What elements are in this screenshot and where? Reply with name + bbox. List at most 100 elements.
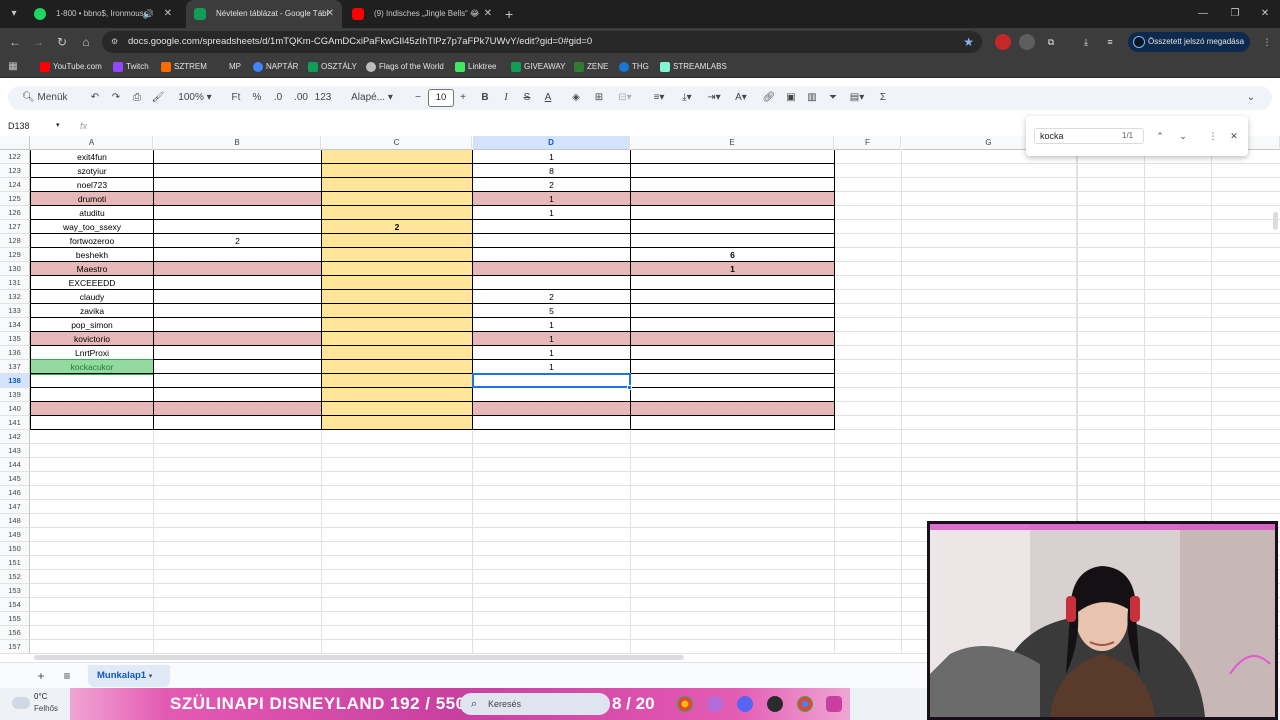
window-close-button[interactable]: ✕ [1248,0,1280,28]
cell-a-127[interactable]: way_too_ssexy [31,220,153,234]
cell-c-137[interactable] [322,360,472,374]
row-header[interactable]: 126 [0,206,30,220]
cell-b-133[interactable] [154,304,321,318]
cell-b-128[interactable]: 2 [154,234,321,248]
tab-search-icon[interactable]: ▾ [4,4,24,24]
cell-c-132[interactable] [322,290,472,304]
cell-c-122[interactable] [322,150,472,164]
cell-e-123[interactable] [631,164,834,178]
app-icon[interactable] [826,696,842,712]
cell-b-131[interactable] [154,276,321,290]
cell-d-124[interactable]: 2 [473,178,630,192]
row-header[interactable]: 127 [0,220,30,234]
row-header[interactable]: 152 [0,570,30,584]
cell-d-135[interactable]: 1 [473,332,630,346]
bold-button[interactable]: B [478,86,492,110]
horizontal-scrollbar[interactable] [34,655,684,660]
text-color-button[interactable]: A [541,86,555,110]
minimize-button[interactable]: — [1186,0,1220,28]
obs-icon[interactable] [767,696,783,712]
cell-c-129[interactable] [322,248,472,262]
cell-a-133[interactable]: zavika [31,304,153,318]
cell-d-130[interactable] [473,262,630,276]
increase-decimal-button[interactable]: .00 [292,86,310,110]
url-text[interactable]: docs.google.com/spreadsheets/d/1mTQKm-CG… [128,31,592,53]
column-header-f[interactable]: F [835,136,901,150]
undo-icon[interactable]: ↶ [88,86,102,110]
cell-c-127[interactable]: 2 [322,220,472,234]
cell-a-141[interactable] [31,416,153,430]
row-header[interactable]: 150 [0,542,30,556]
cell-d-126[interactable]: 1 [473,206,630,220]
bookmark-item[interactable]: NAPTÁR [253,56,298,78]
home-icon[interactable]: ⌂ [77,28,95,56]
cell-d-129[interactable] [473,248,630,262]
row-header[interactable]: 132 [0,290,30,304]
row-header[interactable]: 134 [0,318,30,332]
omnibox[interactable]: ⚙ docs.google.com/spreadsheets/d/1mTQKm-… [102,31,982,53]
cell-b-132[interactable] [154,290,321,304]
bookmark-item[interactable]: THG [619,56,649,78]
decrease-decimal-button[interactable]: .0 [270,86,286,110]
speaker-icon[interactable]: 🔊 [143,0,154,28]
cell-e-137[interactable] [631,360,834,374]
borders-icon[interactable]: ⊞ [592,86,606,110]
cell-a-134[interactable]: pop_simon [31,318,153,332]
cell-d-128[interactable] [473,234,630,248]
fill-handle[interactable] [627,385,632,390]
apps-grid-icon[interactable]: ▦ [4,53,22,81]
password-suggestion-pill[interactable]: Összetett jelszó megadása [1128,32,1250,52]
cell-e-129[interactable]: 6 [631,248,834,262]
cell-c-131[interactable] [322,276,472,290]
cell-b-140[interactable] [154,402,321,416]
print-icon[interactable]: ⎙ [130,86,144,110]
cell-a-123[interactable]: szotyiur [31,164,153,178]
chrome-icon[interactable] [797,696,813,712]
row-header[interactable]: 140 [0,402,30,416]
cell-c-128[interactable] [322,234,472,248]
horizontal-align-icon[interactable]: ≡▾ [648,86,670,110]
row-header[interactable]: 151 [0,556,30,570]
font-size-decrease-button[interactable]: − [411,86,425,110]
cell-e-125[interactable] [631,192,834,206]
cell-e-124[interactable] [631,178,834,192]
browser-menu-icon[interactable]: ⋮ [1259,34,1275,50]
row-header[interactable]: 130 [0,262,30,276]
cell-a-138[interactable] [31,374,153,388]
cell-e-141[interactable] [631,416,834,430]
row-header[interactable]: 133 [0,304,30,318]
percent-format-button[interactable]: % [250,86,264,110]
italic-button[interactable]: I [499,86,513,110]
vertical-align-icon[interactable]: ⤓▾ [676,86,698,110]
cell-c-130[interactable] [322,262,472,276]
cell-a-131[interactable]: EXCEEEDD [31,276,153,290]
cell-d-134[interactable]: 1 [473,318,630,332]
cell-d-133[interactable]: 5 [473,304,630,318]
bookmark-star-icon[interactable]: ★ [963,31,974,53]
row-header[interactable]: 142 [0,430,30,444]
cell-b-137[interactable] [154,360,321,374]
cell-b-122[interactable] [154,150,321,164]
number-format-button[interactable]: 123 [314,86,332,110]
cell-d-125[interactable]: 1 [473,192,630,206]
cell-e-134[interactable] [631,318,834,332]
row-header[interactable]: 154 [0,598,30,612]
close-icon[interactable]: ✕ [484,0,492,28]
cell-d-141[interactable] [473,416,630,430]
filter-views-icon[interactable]: ▤▾ [846,86,868,110]
cell-e-130[interactable]: 1 [631,262,834,276]
cell-b-141[interactable] [154,416,321,430]
bookmark-item[interactable]: Flags of the World [366,56,444,78]
font-size-increase-button[interactable]: + [456,86,470,110]
cell-a-125[interactable]: drumoti [31,192,153,206]
cell-a-129[interactable]: beshekh [31,248,153,262]
bookmark-item[interactable]: YouTube.com [40,56,102,78]
row-header[interactable]: 139 [0,388,30,402]
strikethrough-button[interactable]: S [520,86,534,110]
row-header[interactable]: 135 [0,332,30,346]
taskbar-search[interactable]: ⌕ Keresés [460,693,610,715]
cell-e-135[interactable] [631,332,834,346]
row-header[interactable]: 128 [0,234,30,248]
bookmark-item[interactable]: GIVEAWAY [511,56,566,78]
cell-b-129[interactable] [154,248,321,262]
